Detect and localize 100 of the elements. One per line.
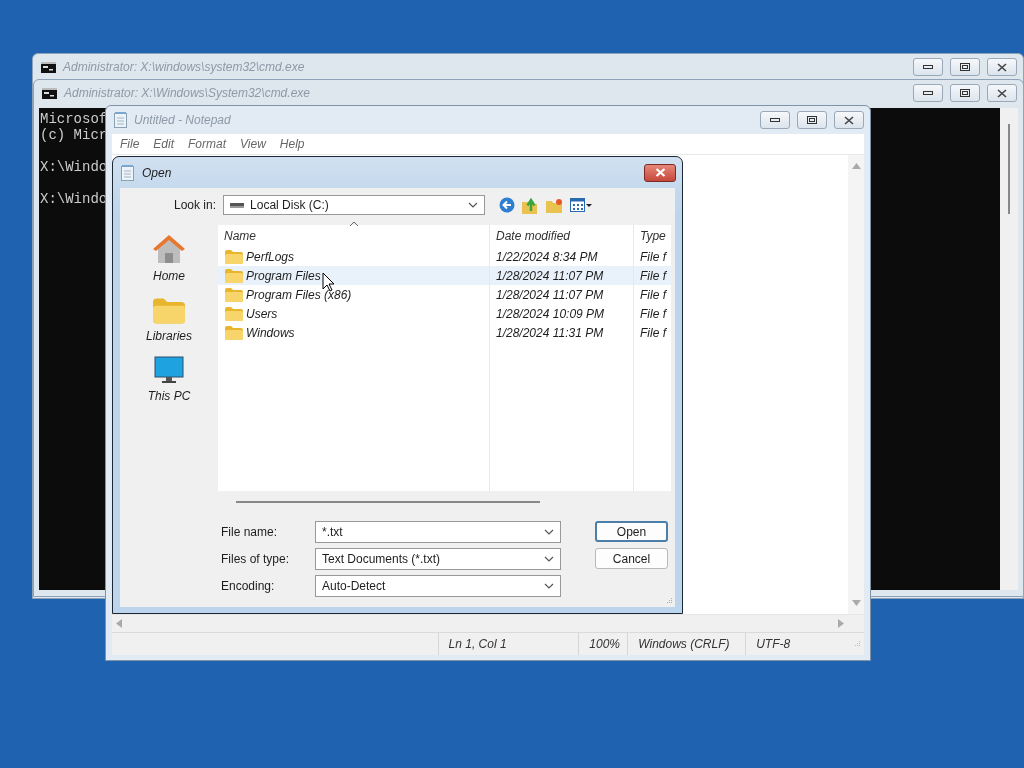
folder-icon <box>225 268 243 283</box>
close-icon <box>844 115 854 125</box>
console-line: X:\Windo <box>40 191 108 207</box>
scrollbar[interactable] <box>112 614 864 632</box>
restore-icon <box>960 89 970 97</box>
console-line: X:\Windo <box>40 159 108 175</box>
minimize-button[interactable] <box>913 84 943 102</box>
file-type: File f <box>639 306 668 321</box>
file-row[interactable]: Windows 1/28/2024 11:31 PM File f <box>218 323 671 342</box>
restore-button[interactable] <box>950 84 980 102</box>
status-text: UTF-8 <box>745 633 853 655</box>
house-icon <box>152 234 186 264</box>
file-type: File f <box>639 325 668 340</box>
chevron-icon <box>544 529 554 535</box>
menu-item[interactable]: Edit <box>147 137 181 151</box>
resize-grip-icon <box>665 597 673 605</box>
field-label: File name: <box>221 525 279 539</box>
notepad-icon <box>114 112 127 128</box>
date-modified: 1/28/2024 10:09 PM <box>495 306 606 321</box>
restore-button[interactable] <box>950 58 980 76</box>
column-header[interactable]: Name <box>218 229 490 243</box>
restore-button[interactable] <box>797 111 827 129</box>
scroll-right-icon <box>838 619 844 628</box>
dialog-button[interactable]: Open <box>595 521 668 542</box>
scroll-up-icon <box>851 163 861 169</box>
window-title: Untitled - Notepad <box>134 113 232 127</box>
minimize-icon <box>923 91 933 95</box>
console-line: (c) Micr <box>40 127 108 143</box>
resize-grip-icon <box>853 640 861 648</box>
status-text: 100% <box>578 633 628 655</box>
close-icon <box>997 62 1007 72</box>
minimize-icon <box>770 118 780 122</box>
column-header[interactable]: Date modified <box>490 229 635 243</box>
status-text: Windows (CRLF) <box>627 633 746 655</box>
console-line: Microsof <box>40 111 108 127</box>
file-row[interactable]: Program Files (x86) 1/28/2024 11:07 PM File f <box>218 285 671 304</box>
view-menu-icon[interactable] <box>570 198 593 212</box>
chevron-icon <box>544 556 554 562</box>
place-item[interactable]: Home <box>152 229 186 283</box>
scrollbar[interactable] <box>1000 108 1018 590</box>
dropdown-field[interactable]: *.txt <box>315 521 561 543</box>
file-name: Users <box>246 306 278 321</box>
date-modified: 1/28/2024 11:07 PM <box>495 287 605 302</box>
close-button[interactable] <box>987 84 1017 102</box>
minimize-button[interactable] <box>760 111 790 129</box>
folder-icon <box>225 325 243 340</box>
scrollbar[interactable] <box>848 155 864 614</box>
window-title: Administrator: X:\windows\system32\cmd.exe <box>63 60 306 74</box>
up-folder-icon[interactable] <box>522 196 540 214</box>
close-button[interactable] <box>834 111 864 129</box>
scroll-left-icon <box>116 619 122 628</box>
drive-icon <box>230 202 245 208</box>
monitor-icon <box>154 356 184 384</box>
sort-caret-icon <box>349 221 359 227</box>
folder-icon <box>225 306 243 321</box>
close-button[interactable] <box>644 163 676 182</box>
menu-item[interactable]: View <box>234 137 272 151</box>
chevron-icon <box>544 583 554 589</box>
look-in-dropdown[interactable]: Local Disk (C:) <box>223 195 486 215</box>
place-item[interactable]: This PC <box>147 349 191 403</box>
date-modified: 1/28/2024 11:31 PM <box>495 325 605 340</box>
close-icon <box>997 88 1007 98</box>
notepad-icon <box>121 164 134 181</box>
file-name: PerfLogs <box>246 249 295 264</box>
cursor-icon <box>322 272 335 292</box>
minimize-icon <box>923 65 933 69</box>
restore-icon <box>960 63 970 71</box>
field-label: Encoding: <box>221 579 276 593</box>
menu-item[interactable]: File <box>114 137 146 151</box>
dialog-button[interactable]: Cancel <box>595 548 668 569</box>
file-name: Program Files (x86) <box>246 287 352 302</box>
date-modified: 1/22/2024 8:34 PM <box>495 249 599 264</box>
console-icon <box>42 87 57 99</box>
back-icon[interactable] <box>499 197 516 213</box>
close-icon <box>654 168 666 177</box>
date-modified: 1/28/2024 11:07 PM <box>495 268 605 283</box>
dialog-title: Open <box>142 165 173 180</box>
minimize-button[interactable] <box>913 58 943 76</box>
close-button[interactable] <box>987 58 1017 76</box>
new-folder-icon[interactable] <box>546 197 564 213</box>
folder-icon <box>153 298 185 324</box>
chevron-icon <box>468 202 479 208</box>
dropdown-field[interactable]: Text Documents (*.txt) <box>315 548 561 570</box>
file-type: File f <box>639 268 668 283</box>
menu-item[interactable]: Format <box>182 137 233 151</box>
file-type: File f <box>639 287 668 302</box>
menu-item[interactable]: Help <box>273 137 311 151</box>
file-row[interactable]: PerfLogs 1/22/2024 8:34 PM File f <box>218 247 671 266</box>
file-row[interactable]: Users 1/28/2024 10:09 PM File f <box>218 304 671 323</box>
column-header[interactable]: Type <box>635 229 671 243</box>
file-type: File f <box>639 249 668 264</box>
place-item[interactable]: Libraries <box>146 289 192 343</box>
restore-icon <box>807 116 817 124</box>
console-icon <box>41 61 56 73</box>
file-row[interactable]: Program Files 1/28/2024 11:07 PM File f <box>218 266 671 285</box>
folder-icon <box>225 287 243 302</box>
scrollbar-thumb[interactable] <box>236 501 540 503</box>
field-label: Files of type: <box>221 552 291 566</box>
window-title: Administrator: X:\Windows\System32\cmd.exe <box>64 86 311 100</box>
dropdown-field[interactable]: Auto-Detect <box>315 575 561 597</box>
